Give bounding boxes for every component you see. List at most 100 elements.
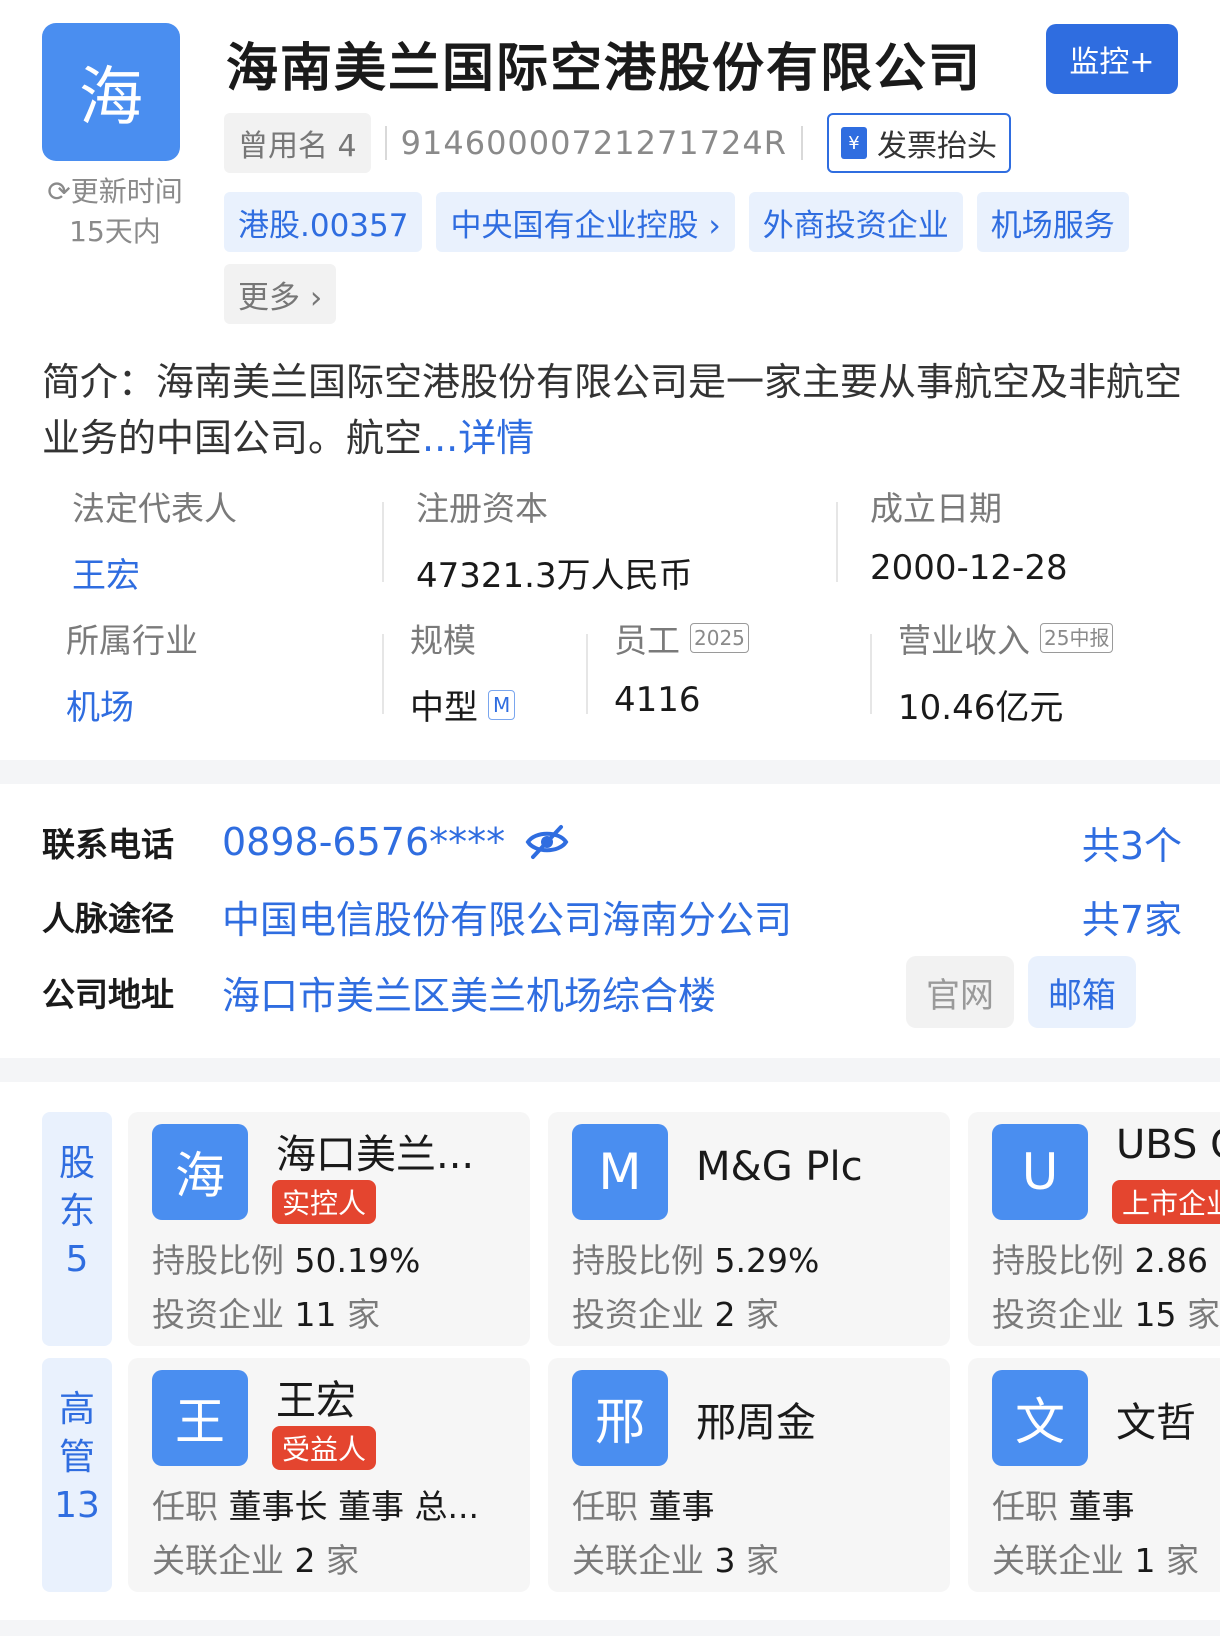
invoice-label: 发票抬头	[876, 129, 997, 164]
shareholder-name: M&G Plc	[696, 1144, 863, 1190]
eye-off-icon[interactable]	[525, 824, 569, 860]
update-time-label: ⟳更新时间	[47, 175, 183, 208]
avatar: 文	[992, 1370, 1088, 1466]
industry-value[interactable]: 机场	[66, 680, 198, 729]
legal-rep-value[interactable]: 王宏	[72, 548, 237, 597]
industry-label: 所属行业	[66, 621, 198, 660]
position: 任职 董事长 董事 总...	[152, 1487, 479, 1526]
section-divider	[0, 1058, 1220, 1082]
position: 任职 董事	[572, 1487, 715, 1526]
scale-value-row: 中型 M	[410, 680, 516, 729]
former-name-button[interactable]: 曾用名 4	[224, 113, 371, 173]
holding-ratio: 持股比例 5.29%	[572, 1241, 820, 1280]
shareholder-card[interactable]: U UBS G 上市企业 持股比例 2.86 投资企业 15 家	[968, 1112, 1220, 1346]
divider	[800, 126, 803, 160]
invoice-header-button[interactable]: ¥ 发票抬头	[826, 113, 1011, 173]
section-divider	[0, 1620, 1220, 1636]
holding-ratio: 持股比例 2.86	[992, 1241, 1208, 1280]
yen-icon: ¥	[840, 127, 867, 159]
capital-value: 47321.3万人民币	[416, 556, 693, 596]
executive-name: 文哲	[1116, 1400, 1196, 1446]
divider	[384, 126, 387, 160]
founded-cell: 成立日期 2000-12-28	[870, 482, 1068, 588]
industry-cell: 所属行业 机场	[66, 614, 198, 729]
tag-hk-stock[interactable]: 港股.00357	[224, 192, 423, 252]
tag-airport-service[interactable]: 机场服务	[976, 192, 1129, 252]
scale-value: 中型	[410, 688, 478, 728]
employees-cell: 员工 2025 4116	[614, 614, 749, 720]
shareholders-tab[interactable]: 股 东 5	[42, 1112, 112, 1346]
executive-name: 邢周金	[696, 1400, 816, 1446]
scale-cell: 规模 中型 M	[410, 614, 516, 729]
section-divider	[0, 760, 1220, 784]
more-tags-button[interactable]: 更多 ›	[224, 264, 337, 324]
executives-tab-label: 高 管 13	[54, 1389, 100, 1526]
executives-tab[interactable]: 高 管 13	[42, 1358, 112, 1592]
invested-companies: 投资企业 2 家	[572, 1295, 779, 1334]
employees-label: 员工	[614, 621, 680, 660]
update-time-value: 15天内	[69, 215, 161, 248]
scale-label: 规模	[410, 621, 476, 660]
network-count[interactable]: 共7家	[1082, 889, 1182, 944]
shareholder-card[interactable]: 海 海口美兰... 实控人 持股比例 50.19% 投资企业 11 家	[128, 1112, 530, 1346]
related-companies: 关联企业 2 家	[152, 1541, 359, 1580]
address-value[interactable]: 海口市美兰区美兰机场综合楼	[222, 965, 716, 1020]
phone-value-wrap: 0898-6576****	[222, 820, 569, 864]
email-button[interactable]: 邮箱	[1028, 956, 1136, 1028]
executive-card[interactable]: 文 文哲 任职 董事 关联企业 1 家	[968, 1358, 1220, 1592]
founded-label: 成立日期	[870, 489, 1002, 528]
intro-detail-link[interactable]: ...详情	[422, 416, 534, 460]
invested-companies: 投资企业 11 家	[152, 1295, 380, 1334]
update-time: ⟳更新时间 15天内	[40, 172, 190, 252]
column-divider	[382, 502, 384, 582]
phone-count[interactable]: 共3个	[1082, 815, 1182, 870]
network-row: 人脉途径 中国电信股份有限公司海南分公司 共7家	[42, 886, 1182, 946]
employees-value: 4116	[614, 680, 701, 720]
shareholder-name: 海口美兰...	[276, 1132, 475, 1178]
intro-text: 简介：海南美兰国际空港股份有限公司是一家主要从事航空及非航空业务的中国公司。航空	[42, 360, 1183, 460]
revenue-label-row: 营业收入 25中报	[898, 614, 1114, 662]
tag-central-soe[interactable]: 中央国有企业控股 ›	[436, 192, 735, 252]
phone-value[interactable]: 0898-6576****	[222, 820, 505, 864]
tag-foreign-invested[interactable]: 外商投资企业	[748, 192, 963, 252]
column-divider	[836, 502, 838, 582]
company-logo: 海	[42, 23, 180, 161]
legal-rep-label: 法定代表人	[72, 489, 237, 528]
employees-label-row: 员工 2025	[614, 614, 749, 662]
executive-name: 王宏	[276, 1378, 356, 1424]
website-button[interactable]: 官网	[906, 956, 1014, 1028]
founded-value: 2000-12-28	[870, 548, 1068, 588]
holding-ratio: 持股比例 50.19%	[152, 1241, 421, 1280]
revenue-label: 营业收入	[898, 621, 1030, 660]
avatar: M	[572, 1124, 668, 1220]
monitor-button[interactable]: 监控+	[1046, 24, 1178, 94]
shareholder-card[interactable]: M M&G Plc 持股比例 5.29% 投资企业 2 家	[548, 1112, 950, 1346]
avatar: 邢	[572, 1370, 668, 1466]
network-value[interactable]: 中国电信股份有限公司海南分公司	[222, 889, 792, 944]
tag-list: 港股.00357 中央国有企业控股 › 外商投资企业 机场服务 更多 ›	[224, 192, 1184, 324]
beneficiary-badge: 受益人	[272, 1426, 377, 1470]
avatar: U	[992, 1124, 1088, 1220]
refresh-icon: ⟳	[47, 175, 71, 208]
scale-badge: M	[488, 689, 516, 720]
column-divider	[870, 634, 872, 714]
executive-card[interactable]: 王 王宏 受益人 任职 董事长 董事 总... 关联企业 2 家	[128, 1358, 530, 1592]
address-label: 公司地址	[42, 975, 174, 1014]
capital-cell: 注册资本 47321.3万人民币	[416, 482, 693, 597]
phone-row: 联系电话 0898-6576**** 共3个	[42, 812, 1182, 872]
credit-code[interactable]: 91460000721271724R	[401, 124, 787, 162]
executive-card[interactable]: 邢 邢周金 任职 董事 关联企业 3 家	[548, 1358, 950, 1592]
listed-company-badge: 上市企业	[1112, 1180, 1220, 1224]
related-companies: 关联企业 1 家	[992, 1541, 1199, 1580]
shareholder-name: UBS G	[1116, 1122, 1220, 1168]
avatar: 王	[152, 1370, 248, 1466]
legal-rep-cell: 法定代表人 王宏	[72, 482, 237, 597]
company-intro: 简介：海南美兰国际空港股份有限公司是一家主要从事航空及非航空业务的中国公司。航空…	[42, 354, 1182, 466]
company-name: 海南美兰国际空港股份有限公司	[226, 39, 983, 99]
controller-badge: 实控人	[272, 1180, 377, 1224]
invested-companies: 投资企业 15 家	[992, 1295, 1220, 1334]
avatar: 海	[152, 1124, 248, 1220]
position: 任职 董事	[992, 1487, 1135, 1526]
revenue-period-badge: 25中报	[1040, 623, 1114, 653]
shareholders-tab-label: 股 东 5	[58, 1143, 95, 1280]
